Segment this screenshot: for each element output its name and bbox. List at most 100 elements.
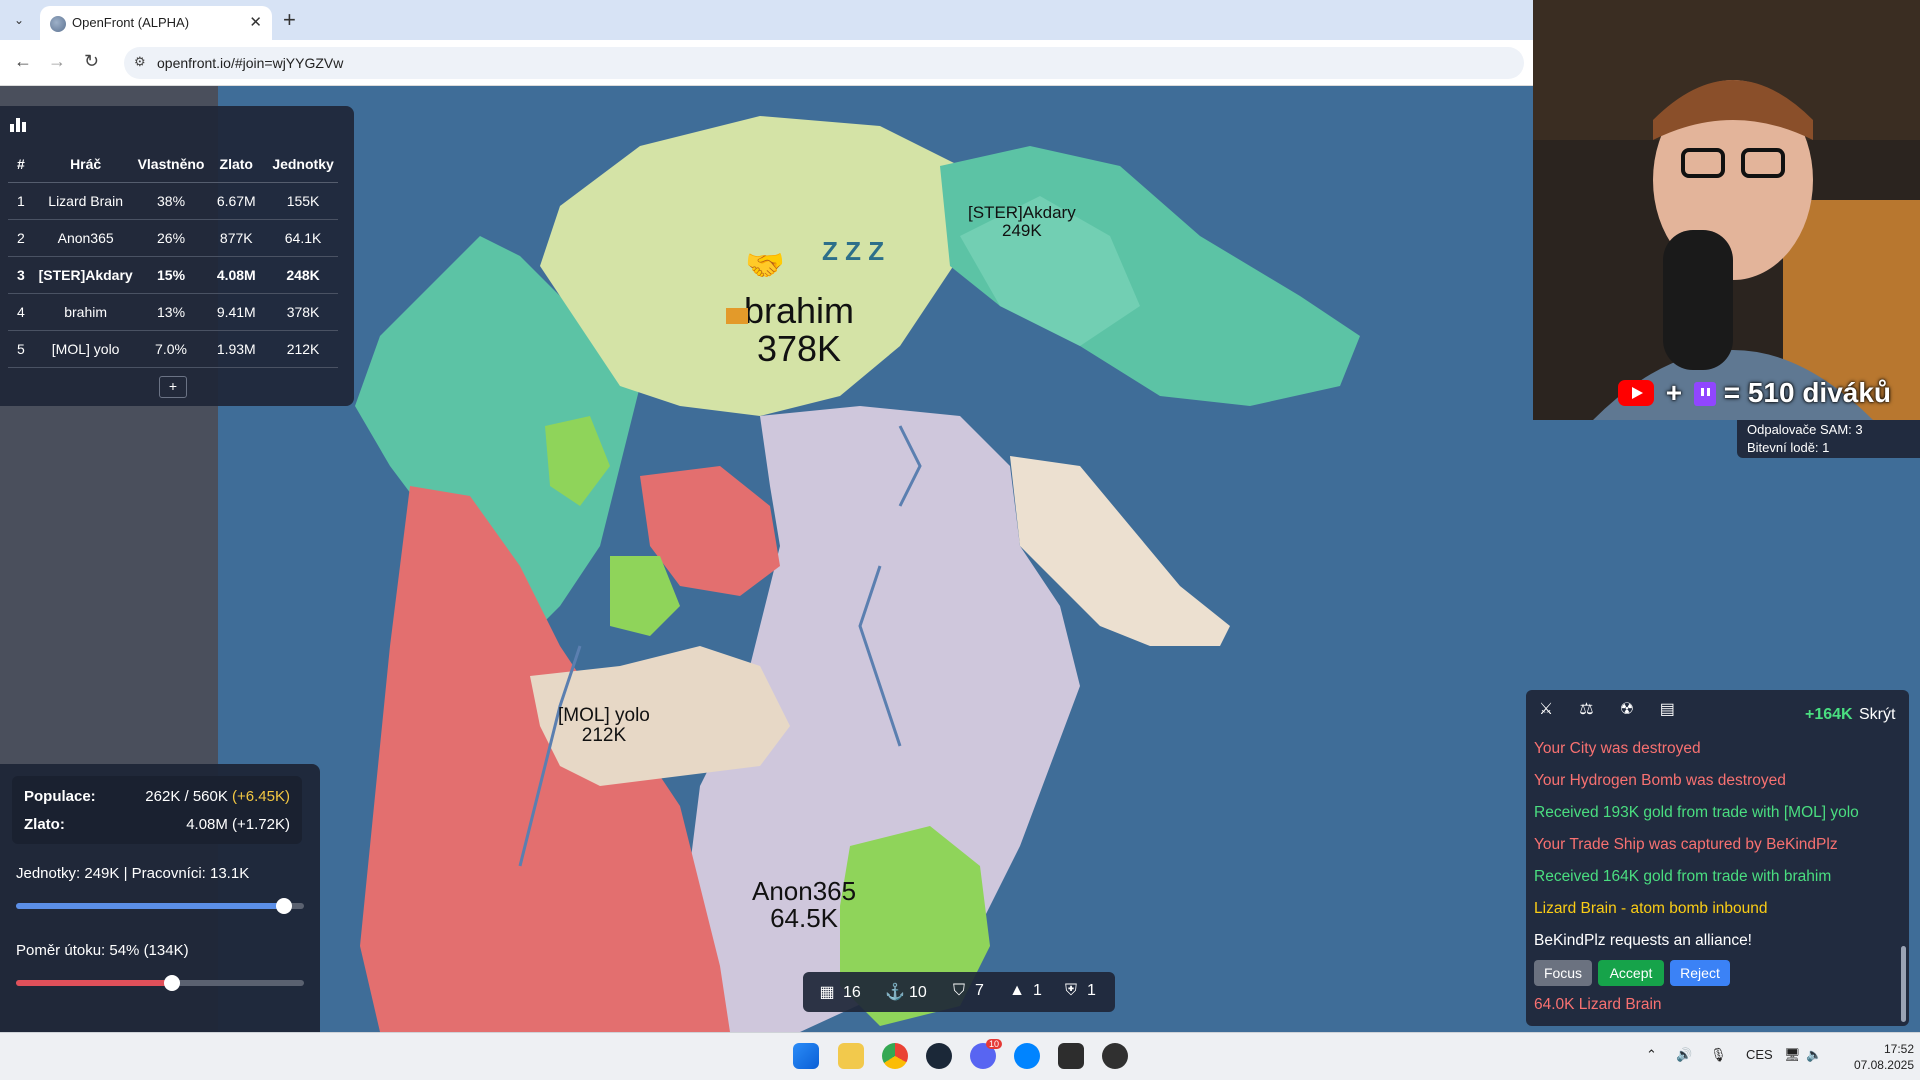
- gold-cell: 9.41M: [204, 293, 269, 331]
- port-count[interactable]: ⚓ 10: [885, 982, 927, 1002]
- gold-cell: 877K: [204, 219, 269, 257]
- bar-chart-icon[interactable]: [10, 118, 26, 132]
- event-message: Received 193K gold from trade with [MOL]…: [1534, 804, 1859, 821]
- tab-close-icon[interactable]: ✕: [249, 13, 262, 31]
- units-workers-text: Jednotky: 249K | Pracovníci: 13.1K: [16, 865, 250, 882]
- forward-button[interactable]: →: [48, 51, 66, 72]
- event-message: Your Trade Ship was captured by BeKindPl…: [1534, 836, 1838, 853]
- player-cell: [MOL] yolo: [33, 330, 138, 368]
- language-indicator[interactable]: CES: [1746, 1047, 1773, 1062]
- defense-count-value: 7: [975, 982, 984, 999]
- silo-count-value: 1: [1033, 982, 1042, 999]
- address-bar: ← → ↻ ⚙ openfront.io/#join=wjYYGZVw: [0, 40, 1533, 86]
- owned-cell: 15%: [137, 256, 205, 294]
- back-button[interactable]: ←: [14, 51, 32, 72]
- leaderboard-table: # Hráč Vlastněno Zlato Jednotky 1 Lizard…: [8, 146, 338, 368]
- tab-title: OpenFront (ALPHA): [72, 15, 190, 30]
- player-name-label: brahim: [744, 290, 855, 331]
- sword-icon[interactable]: ⚔: [1536, 700, 1556, 720]
- port-count-value: 10: [909, 984, 927, 1001]
- table-row[interactable]: 1 Lizard Brain 38% 6.67M 155K: [8, 182, 338, 220]
- leaderboard-panel: # Hráč Vlastněno Zlato Jednotky 1 Lizard…: [0, 106, 354, 406]
- gold-cell: 1.93M: [204, 330, 269, 368]
- davinci-icon[interactable]: [1058, 1043, 1084, 1069]
- chrome-icon[interactable]: [882, 1043, 908, 1069]
- messenger-icon[interactable]: [1014, 1043, 1040, 1069]
- accept-button[interactable]: Accept: [1598, 960, 1664, 986]
- url-field[interactable]: ⚙ openfront.io/#join=wjYYGZVw: [124, 47, 1524, 79]
- column-rank[interactable]: #: [8, 146, 34, 183]
- player-cell: Lizard Brain: [33, 182, 138, 220]
- table-row[interactable]: 5 [MOL] yolo 7.0% 1.93M 212K: [8, 330, 338, 368]
- events-scrollbar[interactable]: [1901, 946, 1906, 1022]
- sleep-indicator: Z Z Z: [822, 236, 885, 266]
- chat-icon[interactable]: ▤: [1657, 700, 1677, 720]
- gold-income: +164K: [1805, 706, 1853, 723]
- site-settings-icon[interactable]: ⚙: [134, 54, 146, 70]
- clock-time: 17:52: [1883, 1042, 1914, 1056]
- new-tab-button[interactable]: +: [283, 7, 296, 33]
- attack-ratio-slider[interactable]: [16, 975, 304, 991]
- troop-ratio-fill: [16, 903, 284, 909]
- player-troops-label: 212K: [581, 724, 627, 746]
- player-cell: Anon365: [33, 219, 138, 257]
- table-row[interactable]: 4 brahim 13% 9.41M 378K: [8, 293, 338, 331]
- speaker-icon[interactable]: 🔊: [1676, 1047, 1692, 1063]
- focus-button[interactable]: Focus: [1534, 960, 1592, 986]
- owned-cell: 13%: [137, 293, 205, 331]
- event-message: 64.0K Lizard Brain: [1534, 996, 1662, 1013]
- microphone-icon[interactable]: 🎙: [1710, 1047, 1727, 1063]
- column-gold[interactable]: Zlato: [204, 146, 269, 183]
- steam-icon[interactable]: [926, 1043, 952, 1069]
- population-value-group: 262K / 560K (+6.45K): [145, 788, 290, 805]
- units-cell: 155K: [268, 182, 338, 220]
- gold-cell: 6.67M: [204, 182, 269, 220]
- reload-button[interactable]: ↻: [84, 51, 99, 72]
- troop-ratio-slider[interactable]: [16, 898, 304, 914]
- attack-ratio-handle[interactable]: [163, 975, 180, 991]
- player-troops-label: 64.5K: [770, 903, 839, 934]
- city-count[interactable]: ▦ 16: [819, 982, 861, 1002]
- reject-button[interactable]: Reject: [1670, 960, 1730, 986]
- volume-icon[interactable]: 🔈: [1806, 1047, 1822, 1063]
- twitch-icon: [1693, 382, 1716, 406]
- table-row[interactable]: 2 Anon365 26% 877K 64.1K: [8, 219, 338, 257]
- viewer-count: + = 510 diváků: [1618, 377, 1891, 411]
- browser-tab[interactable]: OpenFront (ALPHA) ✕: [40, 6, 272, 40]
- city-count-value: 16: [843, 984, 861, 1001]
- leaderboard-expand-button[interactable]: +: [159, 376, 187, 398]
- leaderboard-header: # Hráč Vlastněno Zlato Jednotky: [8, 146, 338, 183]
- gold-label: Zlato:: [24, 816, 65, 833]
- browser-tab-bar: ⌄ OpenFront (ALPHA) ✕ +: [0, 0, 1533, 40]
- hide-events-button[interactable]: Skrýt: [1859, 706, 1895, 724]
- rank-cell: 2: [8, 219, 34, 257]
- network-icon[interactable]: 🖥: [1784, 1047, 1801, 1063]
- column-player[interactable]: Hráč: [33, 146, 138, 183]
- defense-count[interactable]: ⛉ 7: [951, 982, 984, 1000]
- attack-ratio-fill: [16, 980, 172, 986]
- event-message: Your City was destroyed: [1534, 740, 1701, 757]
- tray-overflow-icon[interactable]: ⌃: [1646, 1047, 1657, 1063]
- sam-count[interactable]: ⛨ 1: [1063, 982, 1096, 1000]
- troop-ratio-handle[interactable]: [275, 898, 292, 914]
- player-troops-label: 378K: [756, 327, 842, 369]
- obs-icon[interactable]: [1102, 1043, 1128, 1069]
- trade-icon[interactable]: ⚖: [1576, 700, 1596, 720]
- plus-sign: +: [1665, 377, 1683, 408]
- tab-dropdown-icon[interactable]: ⌄: [8, 9, 30, 31]
- file-explorer-icon[interactable]: [838, 1043, 864, 1069]
- nuke-icon[interactable]: ☢: [1617, 700, 1637, 720]
- units-cell: 212K: [268, 330, 338, 368]
- windows-start-icon[interactable]: [793, 1043, 819, 1069]
- table-row[interactable]: 3 [STER]Akdary 15% 4.08M 248K: [8, 256, 338, 294]
- silo-count[interactable]: ▲ 1: [1009, 982, 1042, 1000]
- column-owned[interactable]: Vlastněno: [137, 146, 205, 183]
- system-clock[interactable]: 17:52 07.08.2025: [1830, 1041, 1914, 1073]
- rank-cell: 4: [8, 293, 34, 331]
- gold-row: Zlato: 4.08M (+1.72K): [24, 816, 290, 833]
- favicon-icon: [50, 16, 66, 32]
- column-units[interactable]: Jednotky: [268, 146, 338, 183]
- player-name-label: Anon365: [752, 876, 857, 906]
- sam-launchers-text: Odpalovače SAM: 3: [1747, 422, 1863, 437]
- event-message: BeKindPlz requests an alliance!: [1534, 932, 1752, 949]
